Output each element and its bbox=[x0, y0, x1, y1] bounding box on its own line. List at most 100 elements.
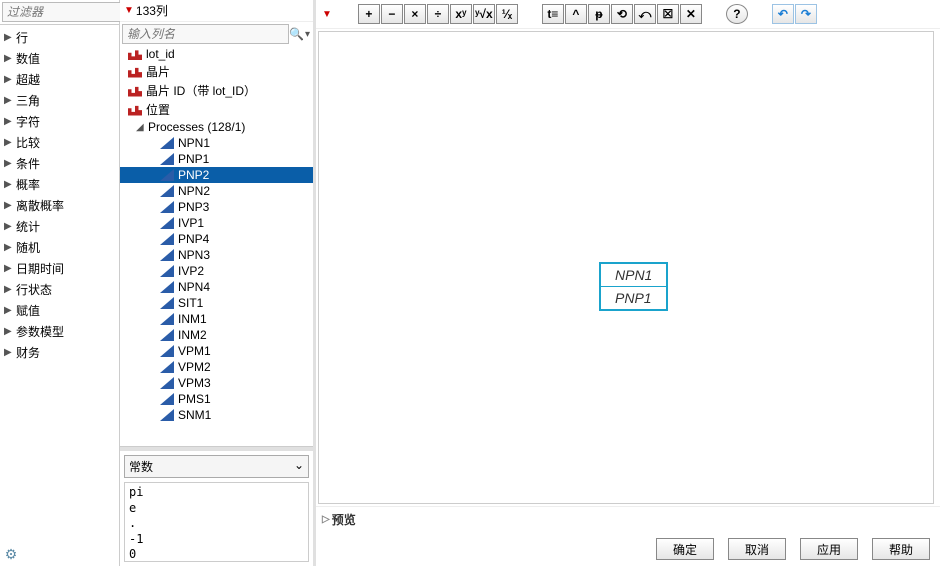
columns-search-menu-icon[interactable]: ▾ bbox=[304, 29, 311, 40]
category-item[interactable]: ▶比较 bbox=[0, 132, 119, 153]
category-item[interactable]: ▶赋值 bbox=[0, 300, 119, 321]
operator-group: +−×÷xʸʸ√x¹⁄ₓ bbox=[358, 4, 518, 24]
apply-button[interactable]: 应用 bbox=[800, 538, 858, 560]
chevron-down-icon: ⌄ bbox=[294, 458, 304, 475]
category-item[interactable]: ▶离散概率 bbox=[0, 195, 119, 216]
column-item[interactable]: VPM1 bbox=[120, 343, 313, 359]
category-item[interactable]: ▶统计 bbox=[0, 216, 119, 237]
continuous-icon bbox=[160, 409, 174, 421]
column-item[interactable]: PNP4 bbox=[120, 231, 313, 247]
formula-canvas[interactable]: NPN1PNP1 bbox=[318, 31, 934, 504]
help-button[interactable]: ? bbox=[726, 4, 748, 24]
column-item[interactable]: PNP1 bbox=[120, 151, 313, 167]
columns-panel: ▼ 133列 🔍 ▾ lot_id晶片晶片 ID（带 lot_ID）位置◢Pro… bbox=[120, 0, 316, 566]
column-item[interactable]: NPN3 bbox=[120, 247, 313, 263]
column-item[interactable]: SNM1 bbox=[120, 407, 313, 423]
edit-button[interactable]: ⟲ bbox=[611, 4, 633, 24]
category-item[interactable]: ▶日期时间 bbox=[0, 258, 119, 279]
help-button[interactable]: 帮助 bbox=[872, 538, 930, 560]
edit-group: t≡^ᵽ⟲⤺☒✕ bbox=[542, 4, 702, 24]
continuous-icon bbox=[160, 201, 174, 213]
disclose-icon[interactable]: ▼ bbox=[124, 5, 134, 16]
help-group: ? bbox=[726, 4, 748, 24]
columns-header: ▼ 133列 bbox=[120, 0, 313, 22]
category-item[interactable]: ▶数值 bbox=[0, 48, 119, 69]
continuous-icon bbox=[160, 265, 174, 277]
column-item[interactable]: VPM2 bbox=[120, 359, 313, 375]
preview-disclose-icon: ▷ bbox=[322, 514, 330, 525]
formula-cell[interactable]: NPN1 bbox=[601, 264, 666, 287]
columns-search-input[interactable] bbox=[122, 24, 289, 44]
column-item[interactable]: PMS1 bbox=[120, 391, 313, 407]
redo-button[interactable]: ↷ bbox=[795, 4, 817, 24]
column-item[interactable]: PNP2 bbox=[120, 167, 313, 183]
category-item[interactable]: ▶行 bbox=[0, 27, 119, 48]
constant-item[interactable]: . bbox=[129, 516, 304, 532]
operator-button[interactable]: ʸ√x bbox=[473, 4, 495, 24]
constant-item[interactable]: 0 bbox=[129, 547, 304, 562]
column-group[interactable]: ◢Processes (128/1) bbox=[120, 119, 313, 135]
category-item[interactable]: ▶超越 bbox=[0, 69, 119, 90]
column-item[interactable]: NPN4 bbox=[120, 279, 313, 295]
edit-button[interactable]: t≡ bbox=[542, 4, 564, 24]
category-item[interactable]: ▶行状态 bbox=[0, 279, 119, 300]
continuous-icon bbox=[160, 249, 174, 261]
undo-group: ↶ ↷ bbox=[772, 4, 817, 24]
column-item[interactable]: IVP2 bbox=[120, 263, 313, 279]
category-item[interactable]: ▶参数模型 bbox=[0, 321, 119, 342]
constants-select[interactable]: 常数 ⌄ bbox=[124, 455, 309, 478]
constants-list[interactable]: pie.-10 bbox=[124, 482, 309, 562]
column-item[interactable]: lot_id bbox=[120, 46, 313, 62]
operator-button[interactable]: ¹⁄ₓ bbox=[496, 4, 518, 24]
category-item[interactable]: ▶随机 bbox=[0, 237, 119, 258]
search-icon[interactable]: 🔍 bbox=[289, 27, 304, 41]
formula-stack[interactable]: NPN1PNP1 bbox=[599, 262, 668, 311]
category-item[interactable]: ▶三角 bbox=[0, 90, 119, 111]
gear-icon[interactable]: ⚙ bbox=[2, 546, 20, 564]
operator-button[interactable]: × bbox=[404, 4, 426, 24]
ok-button[interactable]: 确定 bbox=[656, 538, 714, 560]
edit-button[interactable]: ☒ bbox=[657, 4, 679, 24]
columns-tree: lot_id晶片晶片 ID（带 lot_ID）位置◢Processes (128… bbox=[120, 46, 313, 447]
columns-search: 🔍 ▾ bbox=[120, 22, 313, 46]
column-item[interactable]: 位置 bbox=[120, 100, 313, 119]
formula-cell[interactable]: PNP1 bbox=[601, 287, 666, 309]
nominal-icon bbox=[128, 48, 142, 60]
edit-button[interactable]: ^ bbox=[565, 4, 587, 24]
operator-button[interactable]: ÷ bbox=[427, 4, 449, 24]
continuous-icon bbox=[160, 361, 174, 373]
operator-button[interactable]: xʸ bbox=[450, 4, 472, 24]
column-item[interactable]: IVP1 bbox=[120, 215, 313, 231]
category-item[interactable]: ▶概率 bbox=[0, 174, 119, 195]
edit-button[interactable]: ⤺ bbox=[634, 4, 656, 24]
column-item[interactable]: 晶片 ID（带 lot_ID） bbox=[120, 81, 313, 100]
column-item[interactable]: 晶片 bbox=[120, 62, 313, 81]
nominal-icon bbox=[128, 104, 142, 116]
preview-bar[interactable]: ▷ 预览 bbox=[316, 506, 940, 532]
column-item[interactable]: PNP3 bbox=[120, 199, 313, 215]
column-item[interactable]: NPN2 bbox=[120, 183, 313, 199]
constant-item[interactable]: e bbox=[129, 501, 304, 517]
column-item[interactable]: INM2 bbox=[120, 327, 313, 343]
undo-button[interactable]: ↶ bbox=[772, 4, 794, 24]
edit-button[interactable]: ✕ bbox=[680, 4, 702, 24]
category-item[interactable]: ▶财务 bbox=[0, 342, 119, 363]
constant-item[interactable]: -1 bbox=[129, 532, 304, 548]
constants-select-label: 常数 bbox=[129, 458, 153, 475]
cancel-button[interactable]: 取消 bbox=[728, 538, 786, 560]
column-item[interactable]: VPM3 bbox=[120, 375, 313, 391]
nominal-icon bbox=[128, 85, 142, 97]
constant-item[interactable]: pi bbox=[129, 485, 304, 501]
operator-button[interactable]: − bbox=[381, 4, 403, 24]
column-item[interactable]: INM1 bbox=[120, 311, 313, 327]
column-item[interactable]: NPN1 bbox=[120, 135, 313, 151]
nominal-icon bbox=[128, 66, 142, 78]
category-item[interactable]: ▶条件 bbox=[0, 153, 119, 174]
continuous-icon bbox=[160, 233, 174, 245]
column-item[interactable]: SIT1 bbox=[120, 295, 313, 311]
formula-panel: ▼ +−×÷xʸʸ√x¹⁄ₓ t≡^ᵽ⟲⤺☒✕ ? ↶ ↷ NPN1PNP1 ▷… bbox=[316, 0, 940, 566]
operator-button[interactable]: + bbox=[358, 4, 380, 24]
edit-button[interactable]: ᵽ bbox=[588, 4, 610, 24]
category-item[interactable]: ▶字符 bbox=[0, 111, 119, 132]
disclose-icon[interactable]: ▼ bbox=[322, 9, 332, 20]
